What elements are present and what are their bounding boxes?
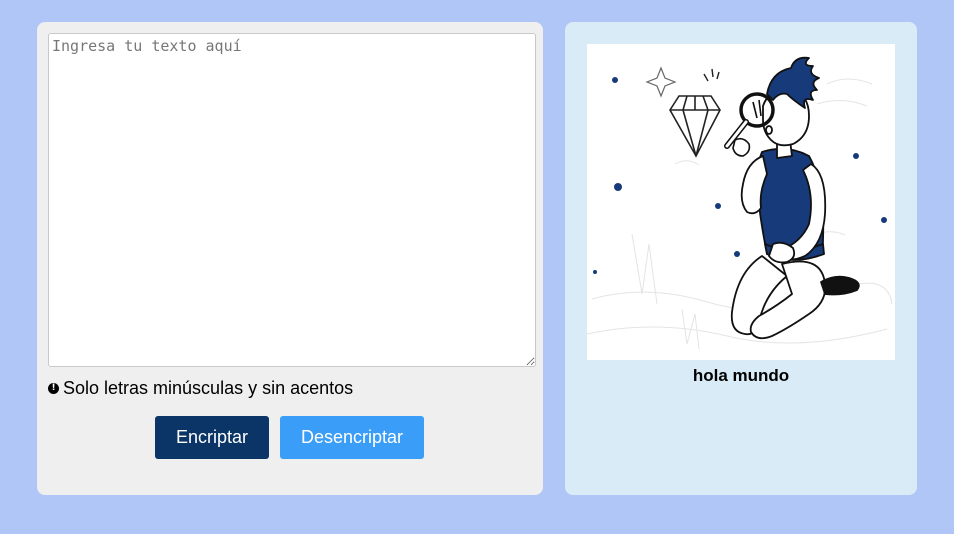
- hint-message: ! Solo letras minúsculas y sin acentos: [48, 377, 353, 399]
- text-input[interactable]: [48, 33, 536, 367]
- output-panel: hola mundo: [565, 22, 917, 495]
- output-text: hola mundo: [692, 366, 790, 385]
- encrypt-button[interactable]: Encriptar: [155, 416, 269, 459]
- decrypt-button[interactable]: Desencriptar: [280, 416, 424, 459]
- search-illustration: [587, 44, 895, 360]
- info-icon: !: [48, 382, 59, 394]
- input-panel: ! Solo letras minúsculas y sin acentos E…: [37, 22, 543, 495]
- hint-text: Solo letras minúsculas y sin acentos: [63, 377, 354, 398]
